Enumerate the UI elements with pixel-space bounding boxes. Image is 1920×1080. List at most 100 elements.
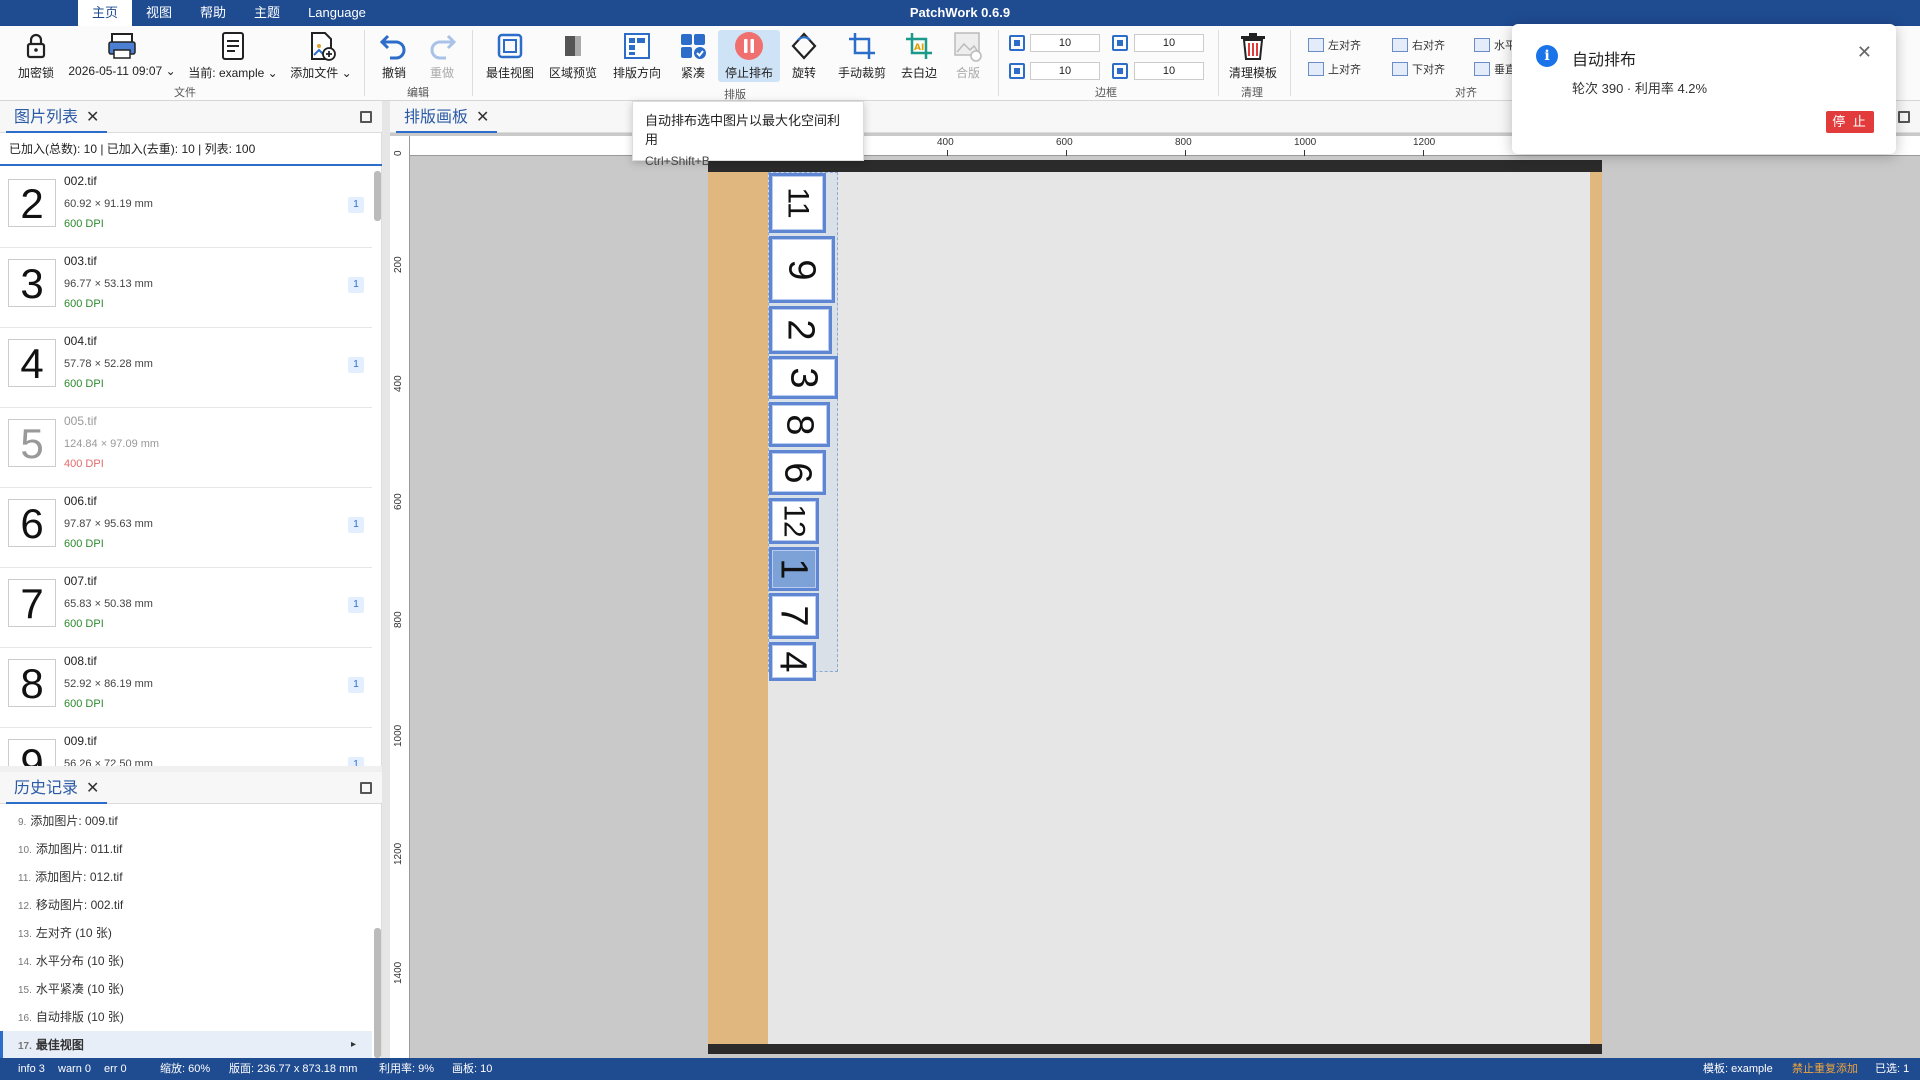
image-list-item[interactable]: 5 005.tif 124.84 × 97.09 mm 400 DPI	[0, 408, 372, 488]
piece-label: 8	[778, 413, 821, 436]
tooltip-text: 自动排布选中图片以最大化空间利用	[645, 113, 841, 147]
image-name: 005.tif	[64, 414, 97, 428]
image-list-item[interactable]: 6 006.tif 97.87 × 95.63 mm 600 DPI 1	[0, 488, 372, 568]
align-vertical-button[interactable]: 垂直	[1474, 61, 1516, 77]
status-bar: info 3 warn 0 err 0 缩放: 60% 版面: 236.77 x…	[0, 1058, 1920, 1080]
layout-board[interactable]: 11 9 2 3 8 6 12 1 7 4	[708, 160, 1602, 1054]
border-left-input[interactable]: 10	[1134, 34, 1204, 52]
align-right-button[interactable]: 右对齐	[1392, 37, 1445, 53]
auto-layout-notification: i 自动排布 轮次 390 · 利用率 4.2% ✕ 停 止	[1512, 24, 1896, 154]
panel-divider[interactable]	[382, 101, 390, 1058]
border-top-input[interactable]: 10	[1030, 34, 1100, 52]
undo-button[interactable]: 撤销	[372, 30, 416, 82]
expand-icon[interactable]	[1898, 111, 1910, 123]
expand-icon[interactable]	[360, 111, 372, 123]
border-right-input[interactable]: 10	[1134, 62, 1204, 80]
status-warn: warn 0	[58, 1063, 92, 1075]
image-list-item[interactable]: 8 008.tif 52.92 × 86.19 mm 600 DPI 1	[0, 648, 372, 728]
history-item[interactable]: 10. 添加图片: 011.tif	[0, 835, 372, 863]
ruler-tick-text: 400	[937, 137, 954, 148]
canvas-tab-label: 排版画板	[404, 109, 469, 126]
ruler-tick-text: 600	[393, 493, 404, 510]
image-list-item[interactable]: 4 004.tif 57.78 × 52.28 mm 600 DPI 1	[0, 328, 372, 408]
manual-crop-button[interactable]: 手动裁剪	[834, 30, 890, 82]
image-list-item[interactable]: 9 009.tif 56.26 × 72.50 mm 1	[0, 728, 372, 766]
status-no-duplicate[interactable]: 禁止重复添加	[1792, 1058, 1858, 1080]
status-selected: 已选: 1	[1875, 1063, 1910, 1075]
layout-direction-button[interactable]: 排版方向	[608, 30, 666, 82]
best-view-label: 最佳视图	[485, 66, 534, 80]
date-button[interactable]: 2026-05-11 09:07 ⌄	[68, 30, 176, 82]
history-item-text: 添加图片: 012.tif	[35, 870, 123, 884]
close-icon[interactable]: ✕	[86, 776, 99, 802]
menu-language[interactable]: Language	[294, 0, 380, 26]
align-horizontal-button[interactable]: 水平	[1474, 37, 1516, 53]
redo-button[interactable]: 重做	[420, 30, 464, 82]
layout-piece[interactable]: 2	[769, 306, 832, 354]
history-item[interactable]: 17. 最佳视图 ▸	[0, 1031, 372, 1058]
menu-theme[interactable]: 主题	[240, 0, 294, 26]
layout-piece[interactable]: 3	[769, 356, 838, 399]
add-file-button[interactable]: 添加文件 ⌄	[288, 30, 354, 82]
lock-button[interactable]: 加密锁	[8, 30, 64, 82]
layout-piece[interactable]: 7	[769, 593, 819, 639]
chevron-right-icon: ▸	[350, 1039, 356, 1050]
area-preview-button[interactable]: 区域预览	[546, 30, 600, 82]
compact-button[interactable]: 紧凑	[672, 30, 714, 82]
menu-home[interactable]: 主页	[78, 0, 133, 26]
history-item[interactable]: 14. 水平分布 (10 张)	[0, 947, 372, 975]
best-view-button[interactable]: 最佳视图	[482, 30, 538, 82]
close-icon[interactable]: ✕	[86, 105, 99, 131]
remove-white-edge-button[interactable]: AI 去白边	[898, 30, 940, 82]
ruler-tick-text: 600	[1056, 137, 1073, 148]
history-header: 历史记录 ✕	[0, 772, 382, 804]
layout-piece[interactable]: 12	[769, 498, 819, 544]
current-template-button[interactable]: 当前: example ⌄	[186, 30, 280, 82]
ribbon-separator	[1290, 30, 1291, 96]
expand-icon[interactable]	[360, 782, 372, 794]
image-thumbnail: 2	[8, 179, 56, 227]
ribbon-separator	[1218, 30, 1219, 96]
rotate-button[interactable]: 旋转	[786, 30, 822, 82]
layout-piece[interactable]: 11	[769, 173, 826, 233]
history-item-number: 11.	[18, 873, 32, 884]
image-name: 008.tif	[64, 654, 97, 668]
layout-piece[interactable]: 1	[769, 547, 819, 591]
image-list-item[interactable]: 2 002.tif 60.92 × 91.19 mm 600 DPI 1	[0, 168, 372, 248]
merge-button[interactable]: 合版	[950, 30, 986, 82]
close-icon[interactable]: ✕	[476, 105, 489, 131]
history-scrollbar[interactable]	[374, 928, 381, 1058]
image-list-item[interactable]: 7 007.tif 65.83 × 50.38 mm 600 DPI 1	[0, 568, 372, 648]
border-bottom-input[interactable]: 10	[1030, 62, 1100, 80]
image-list-panel: 图片列表 ✕ 已加入(总数): 10 | 已加入(去重): 10 | 列表: 1…	[0, 101, 382, 766]
layout-piece[interactable]: 8	[769, 402, 830, 447]
border-left-icon	[1112, 35, 1128, 51]
image-dpi: 600 DPI	[64, 378, 104, 390]
history-item[interactable]: 13. 左对齐 (10 张)	[0, 919, 372, 947]
stop-layout-button[interactable]: 停止排布	[718, 30, 780, 82]
history-item[interactable]: 12. 移动图片: 002.tif	[0, 891, 372, 919]
history-item[interactable]: 16. 自动排版 (10 张)	[0, 1003, 372, 1031]
menu-view[interactable]: 视图	[132, 0, 186, 26]
image-size: 97.87 × 95.63 mm	[64, 518, 153, 530]
history-item[interactable]: 9. 添加图片: 009.tif	[0, 807, 372, 835]
history-item[interactable]: 11. 添加图片: 012.tif	[0, 863, 372, 891]
stop-button[interactable]: 停 止	[1826, 111, 1874, 133]
clear-template-button[interactable]: 清理模板	[1224, 30, 1282, 82]
tab-history[interactable]: 历史记录 ✕	[6, 776, 108, 804]
align-bottom-button[interactable]: 下对齐	[1392, 61, 1445, 77]
menu-help[interactable]: 帮助	[186, 0, 240, 26]
align-left-button[interactable]: 左对齐	[1308, 37, 1361, 53]
tab-image-list[interactable]: 图片列表 ✕	[6, 105, 108, 133]
tab-layout-canvas[interactable]: 排版画板 ✕	[396, 105, 498, 133]
history-item[interactable]: 15. 水平紧凑 (10 张)	[0, 975, 372, 1003]
layout-piece[interactable]: 6	[769, 450, 826, 495]
align-top-icon	[1308, 62, 1324, 76]
layout-piece[interactable]: 9	[769, 236, 835, 303]
layout-piece[interactable]: 4	[769, 642, 816, 681]
close-icon[interactable]: ✕	[1857, 42, 1872, 63]
align-top-button[interactable]: 上对齐	[1308, 61, 1361, 77]
image-list-scrollbar[interactable]	[374, 171, 381, 221]
image-list-item[interactable]: 3 003.tif 96.77 × 53.13 mm 600 DPI 1	[0, 248, 372, 328]
group-edit-label: 编辑	[407, 87, 429, 99]
